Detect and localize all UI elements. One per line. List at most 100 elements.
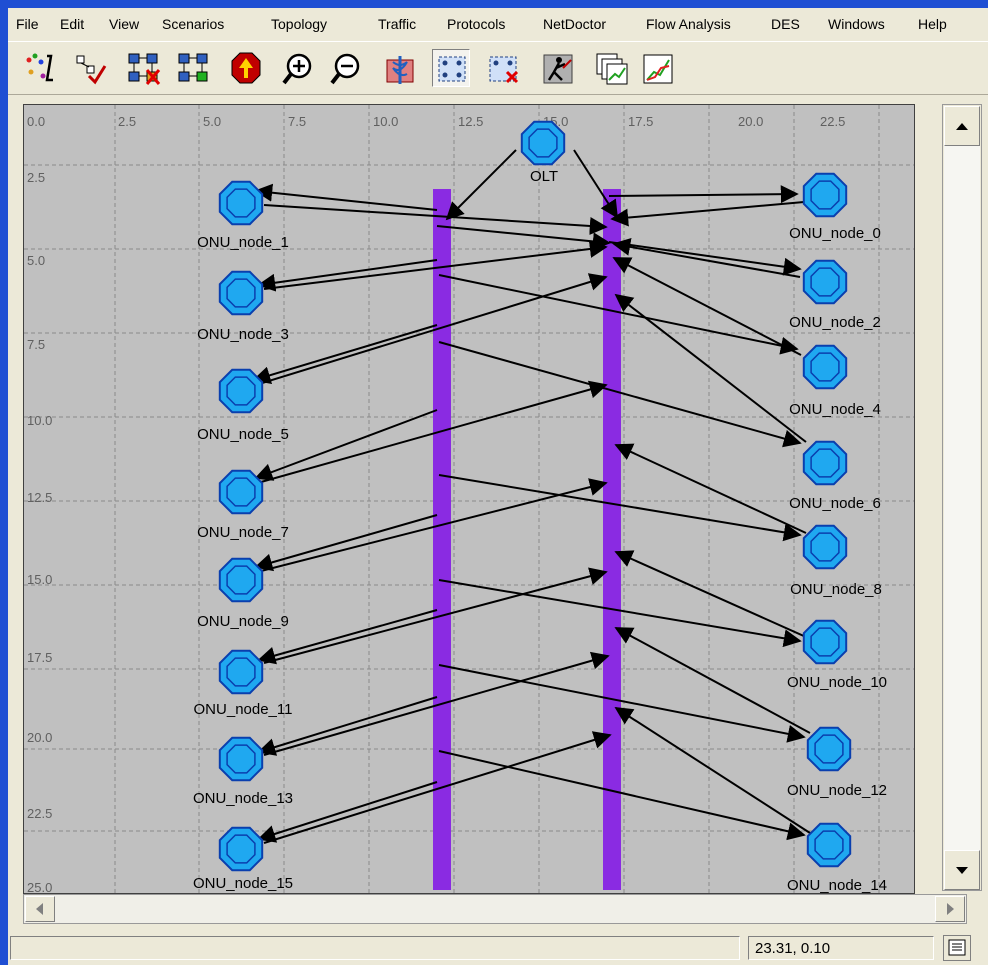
link-n6-up[interactable]	[614, 293, 807, 443]
recover-selected-icon	[178, 53, 208, 82]
scroll-up-button[interactable]	[944, 106, 980, 146]
link-n5-up[interactable]	[258, 273, 608, 385]
menu-view[interactable]: View	[109, 16, 139, 32]
router-icon	[520, 120, 566, 166]
onu-node[interactable]: ONU_node_12	[787, 726, 887, 799]
menu-edit[interactable]: Edit	[60, 16, 84, 32]
recover-selected-button[interactable]	[174, 49, 212, 87]
run-simulation-button[interactable]	[538, 49, 576, 87]
menu-help[interactable]: Help	[918, 16, 947, 32]
verify-links-button[interactable]	[70, 49, 108, 87]
node-label: ONU_node_10	[787, 674, 887, 691]
results-graph-button[interactable]	[638, 49, 676, 87]
node-label: ONU_node_1	[197, 234, 289, 251]
x-tick-label: 17.5	[628, 114, 653, 129]
onu-node[interactable]: ONU_node_10	[787, 619, 887, 691]
onu-node[interactable]: ONU_node_15	[193, 826, 293, 892]
x-tick-label: 20.0	[738, 114, 763, 129]
zoom-out-icon	[330, 53, 360, 85]
menu-windows[interactable]: Windows	[828, 16, 885, 32]
menu-des[interactable]: DES	[771, 16, 800, 32]
olt-node[interactable]: OLT	[520, 120, 566, 185]
fail-selected-button[interactable]	[124, 49, 162, 87]
arrow-up-icon	[956, 123, 968, 130]
horizontal-scrollbar[interactable]	[23, 894, 967, 924]
project-workspace[interactable]: 0.0 2.5 5.0 7.5 10.0 12.5 15.0 17.5 20.0…	[23, 104, 915, 894]
zoom-out-button[interactable]	[326, 49, 364, 87]
links	[252, 149, 811, 844]
rapid-configuration-button[interactable]	[20, 49, 58, 87]
toolbar	[8, 41, 988, 95]
router-icon	[218, 368, 264, 414]
node-label: ONU_node_13	[193, 790, 293, 807]
menu-flow-analysis[interactable]: Flow Analysis	[646, 16, 731, 32]
link-n0-up[interactable]	[610, 201, 805, 227]
vertical-scrollbar[interactable]	[942, 104, 982, 891]
scroll-track[interactable]	[944, 146, 980, 850]
router-icon	[218, 736, 264, 782]
onu-node[interactable]: ONU_node_0	[789, 172, 881, 242]
link-n12-up[interactable]	[614, 627, 811, 734]
fail-selected-icon	[128, 53, 161, 85]
bus-right[interactable]	[603, 189, 621, 890]
onu-node[interactable]: ONU_node_6	[789, 440, 881, 512]
arrow-down-icon	[956, 867, 968, 874]
verify-links-icon	[76, 55, 107, 85]
message-log-button[interactable]	[943, 935, 971, 961]
router-icon	[218, 557, 264, 603]
y-tick-label: 17.5	[27, 650, 52, 665]
router-icon	[218, 469, 264, 515]
grid-lines	[24, 105, 914, 893]
link-olt-busleft[interactable]	[445, 149, 517, 221]
link-n7-down[interactable]	[254, 409, 438, 481]
node-label: ONU_node_9	[197, 613, 289, 630]
onu-node[interactable]: ONU_node_9	[197, 557, 289, 630]
node-label: ONU_node_4	[789, 401, 881, 418]
link-n9-down[interactable]	[254, 514, 438, 572]
netdoctor-button[interactable]	[380, 49, 418, 87]
x-tick-label: 12.5	[458, 114, 483, 129]
onu-node[interactable]: ONU_node_2	[789, 259, 881, 331]
node-label: ONU_node_15	[193, 875, 293, 892]
x-tick-label: 2.5	[118, 114, 136, 129]
onu-node[interactable]: ONU_node_7	[197, 469, 289, 541]
arrow-right-icon	[947, 903, 954, 915]
configure-simulation-button[interactable]	[432, 49, 470, 87]
menu-scenarios[interactable]: Scenarios	[162, 16, 224, 32]
scroll-down-button[interactable]	[944, 850, 980, 890]
scroll-left-button[interactable]	[25, 896, 55, 922]
router-icon	[802, 619, 848, 665]
zoom-in-button[interactable]	[278, 49, 316, 87]
arrow-left-icon	[36, 903, 43, 915]
menu-file[interactable]: File	[16, 16, 39, 32]
menu-netdoctor[interactable]: NetDoctor	[543, 16, 606, 32]
onu-node[interactable]: ONU_node_4	[789, 344, 881, 418]
onu-node[interactable]: ONU_node_13	[193, 736, 293, 807]
menu-protocols[interactable]: Protocols	[447, 16, 505, 32]
node-label: ONU_node_11	[194, 701, 293, 718]
node-label: ONU_node_3	[197, 326, 289, 343]
view-results-button[interactable]	[592, 49, 630, 87]
status-message	[10, 936, 740, 960]
menu-topology[interactable]: Topology	[271, 16, 327, 32]
results-graph-icon	[643, 54, 673, 84]
router-icon	[218, 649, 264, 695]
menu-traffic[interactable]: Traffic	[378, 16, 416, 32]
onu-node[interactable]: ONU_node_11	[194, 649, 293, 718]
link-n0-down[interactable]	[608, 185, 799, 204]
link-n2-down[interactable]	[608, 241, 802, 276]
return-to-parent-icon	[231, 52, 261, 84]
scroll-right-button[interactable]	[935, 896, 965, 922]
node-label: ONU_node_8	[790, 581, 882, 598]
link-bus-bus[interactable]	[436, 225, 611, 251]
return-to-parent-button[interactable]	[226, 49, 264, 87]
application-window: File Edit View Scenarios Topology Traffi…	[8, 8, 988, 965]
onu-node[interactable]: ONU_node_8	[790, 524, 882, 598]
router-icon	[806, 726, 852, 772]
link-n3-down[interactable]	[257, 259, 438, 292]
onu-node[interactable]: ONU_node_5	[197, 368, 289, 443]
link-olt-busright[interactable]	[573, 149, 618, 219]
link-n10-up[interactable]	[614, 550, 807, 638]
node-label: ONU_node_7	[197, 524, 289, 541]
delete-simulation-button[interactable]	[484, 49, 522, 87]
